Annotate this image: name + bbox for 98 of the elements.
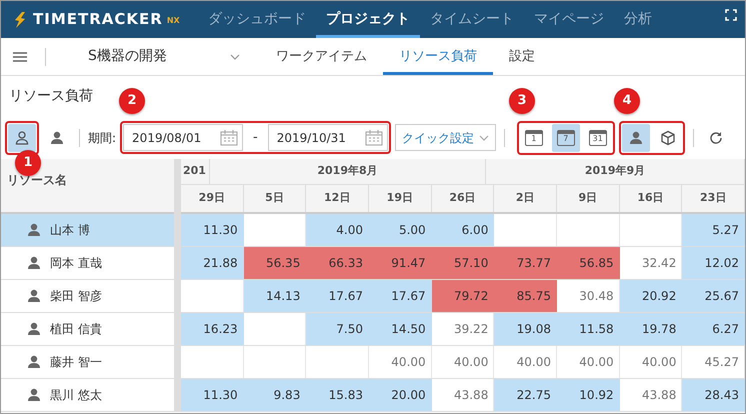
load-cell: 17.67: [369, 280, 432, 312]
load-cell: 4.00: [306, 214, 369, 246]
quick-setting-dropdown[interactable]: クイック設定: [394, 124, 496, 151]
load-cell: 7.50: [306, 313, 369, 345]
load-cell: 11.30: [181, 214, 244, 246]
day-header: 9日: [557, 185, 620, 212]
load-cell: 57.10: [432, 247, 494, 279]
nav-tab[interactable]: 分析: [614, 1, 662, 38]
load-cell: 14.13: [244, 280, 306, 312]
load-cell: 20.92: [620, 280, 682, 312]
day-header: 2日: [494, 185, 557, 212]
resource-name: 藤井 智一: [50, 354, 102, 371]
load-cell: 10.92: [557, 379, 620, 411]
resource-name: 黒川 悠太: [50, 387, 102, 404]
nav-tab[interactable]: タイムシート: [420, 1, 524, 38]
load-cell: 40.00: [494, 346, 557, 378]
load-cell: 56.85: [557, 247, 620, 279]
person-icon: [628, 130, 644, 146]
callout-badge: 3: [509, 88, 535, 114]
logo-text: TIMETRACKER: [33, 9, 163, 30]
logo-suffix: NX: [166, 15, 180, 27]
cube-icon: [660, 130, 676, 146]
load-cell: 12.02: [682, 247, 745, 279]
person-icon: [26, 288, 42, 304]
load-cell: 40.00: [369, 346, 432, 378]
calendar-scale-button[interactable]: 1: [520, 124, 548, 152]
person-icon: [14, 130, 30, 146]
load-cell: 11.58: [557, 313, 620, 345]
sub-tab[interactable]: リソース負荷: [383, 38, 493, 75]
load-cell: 56.35: [244, 247, 306, 279]
period-label: 期間:: [88, 130, 116, 146]
load-cell: 5.00: [369, 214, 432, 246]
day-header: 23日: [682, 185, 745, 212]
callout-badge: 2: [119, 88, 145, 114]
load-cell: 79.72: [432, 280, 494, 312]
refresh-icon: [708, 130, 723, 144]
load-cell: 11.30: [181, 379, 244, 411]
calendar-scale-button[interactable]: 7: [552, 124, 580, 152]
day-header: 12日: [306, 185, 369, 212]
nav-tab[interactable]: ダッシュボード: [198, 1, 316, 38]
load-cell: 91.47: [369, 247, 432, 279]
load-cell: 15.83: [306, 379, 369, 411]
person-icon: [49, 130, 65, 146]
load-cell: 85.75: [494, 280, 557, 312]
chevron-down-icon: [230, 54, 240, 60]
load-cell: 40.00: [432, 346, 494, 378]
load-cell: 21.88: [181, 247, 244, 279]
resource-name: 柴田 智彦: [50, 288, 102, 305]
load-cell: 17.67: [306, 280, 369, 312]
load-cell: 73.77: [494, 247, 557, 279]
load-cell: 66.33: [306, 247, 369, 279]
load-cell: 20.00: [369, 379, 432, 411]
person-icon: [26, 321, 42, 337]
nav-tab[interactable]: プロジェクト: [316, 1, 420, 38]
load-cell: 5.27: [682, 214, 745, 246]
resource-name: 山本 博: [50, 222, 90, 239]
range-separator: -: [252, 128, 259, 147]
day-header: 29日: [181, 185, 244, 212]
load-cell: 25.67: [682, 280, 745, 312]
person-icon: [26, 354, 42, 370]
page-title: リソース負荷: [9, 88, 93, 104]
load-cell: 19.78: [620, 313, 682, 345]
load-cell: 22.75: [494, 379, 557, 411]
calendar-scale-button[interactable]: 31: [584, 124, 612, 152]
person-icon: [26, 387, 42, 403]
person-icon: [26, 255, 42, 271]
project-select[interactable]: S機器の開発: [50, 38, 250, 75]
day-header: 19日: [369, 185, 432, 212]
mode-button[interactable]: [622, 124, 650, 152]
fullscreen-icon[interactable]: [725, 8, 737, 20]
sub-tab[interactable]: ワークアイテム: [260, 38, 383, 75]
load-cell: 28.43: [682, 379, 745, 411]
load-cell: 6.00: [432, 214, 494, 246]
person-icon: [26, 222, 42, 238]
sub-tab[interactable]: 設定: [493, 38, 551, 75]
load-cell: 40.00: [557, 346, 620, 378]
load-cell: 40.00: [620, 346, 682, 378]
date-field[interactable]: 2019/08/01: [123, 124, 244, 151]
resource-row[interactable]: 山本 博: [1, 214, 174, 247]
callout-badge: 4: [614, 88, 640, 114]
resource-name: 植田 信貴: [50, 321, 102, 338]
resource-name: 岡本 直哉: [50, 255, 102, 272]
chevron-down-icon: [478, 134, 489, 140]
menu-icon[interactable]: [13, 50, 27, 62]
date-field[interactable]: 2019/10/31: [268, 124, 388, 151]
nav-tab[interactable]: マイページ: [524, 1, 614, 38]
month-header: 2019年9月: [486, 159, 745, 184]
load-cell: 45.27: [682, 346, 745, 378]
load-cell: 16.23: [181, 313, 244, 345]
month-header: 2019年8月: [210, 159, 486, 184]
load-cell: 14.50: [369, 313, 432, 345]
load-cell: 19.08: [494, 313, 557, 345]
month-header: 201: [181, 159, 210, 184]
day-header: 16日: [620, 185, 682, 212]
day-header: 5日: [244, 185, 306, 212]
load-cell: 6.27: [682, 313, 745, 345]
load-cell: 9.83: [244, 379, 306, 411]
day-header: 26日: [432, 185, 494, 212]
